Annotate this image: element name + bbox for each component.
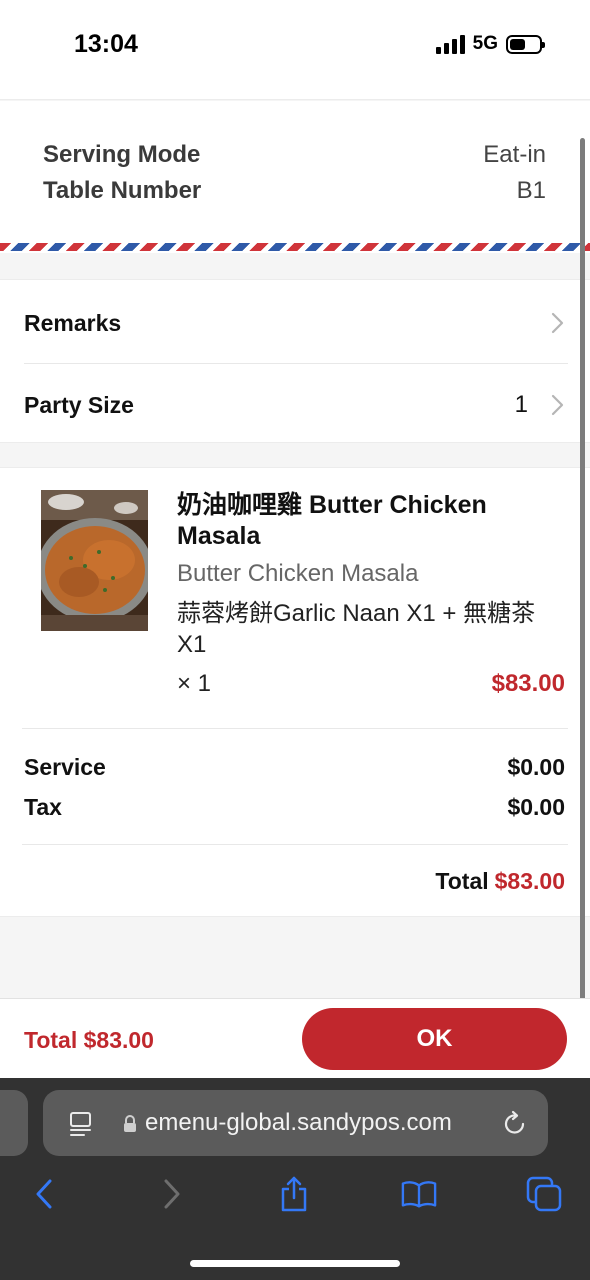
browser-toolbar: emenu-global.sandypos.com xyxy=(0,1078,590,1280)
bookmarks-icon xyxy=(401,1181,437,1208)
back-icon xyxy=(36,1179,52,1209)
serving-mode-value: Eat-in xyxy=(483,141,546,168)
reload-icon[interactable] xyxy=(502,1109,528,1137)
network-type: 5G xyxy=(472,33,498,54)
service-row: Service $0.00 xyxy=(24,754,565,781)
item-price: $83.00 xyxy=(491,670,565,697)
service-label: Service xyxy=(24,754,106,780)
status-time: 13:04 xyxy=(74,30,138,58)
party-size-value: 1 xyxy=(514,391,528,418)
table-number-row: Table Number B1 xyxy=(43,177,546,205)
party-size-row[interactable]: Party Size 1 xyxy=(24,364,568,446)
lock-icon xyxy=(124,1115,136,1132)
food-photo xyxy=(41,490,148,631)
order-total-row: Total $83.00 xyxy=(435,868,565,895)
share-icon xyxy=(281,1176,307,1212)
battery-icon xyxy=(506,34,545,54)
tabs-icon xyxy=(526,1176,562,1212)
remarks-label: Remarks xyxy=(24,309,122,336)
serving-mode-row: Serving Mode Eat-in xyxy=(43,141,546,169)
item-quantity: × 1 xyxy=(177,670,212,697)
status-bar: 13:04 5G xyxy=(0,0,590,100)
chevron-right-icon xyxy=(551,394,564,416)
tax-row: Tax $0.00 xyxy=(24,794,565,821)
remarks-row[interactable]: Remarks xyxy=(24,282,568,364)
item-name: 奶油咖哩雞 Butter Chicken Masala xyxy=(177,491,487,550)
divider xyxy=(22,728,568,729)
table-number-value: B1 xyxy=(516,177,546,204)
forward-icon xyxy=(164,1179,180,1209)
divider xyxy=(22,844,568,845)
address-bar[interactable]: emenu-global.sandypos.com xyxy=(43,1090,548,1156)
serving-mode-label: Serving Mode xyxy=(43,141,201,168)
tax-value: $0.00 xyxy=(507,794,565,820)
item-subtitle: Butter Chicken Masala xyxy=(177,560,419,587)
tabs-button[interactable] xyxy=(526,1176,562,1212)
tax-label: Tax xyxy=(24,794,62,820)
bookmarks-button[interactable] xyxy=(401,1176,437,1212)
airmail-border xyxy=(0,243,590,251)
chevron-right-icon xyxy=(551,312,564,334)
checkout-total: Total $83.00 xyxy=(24,1027,154,1053)
serving-info: Serving Mode Eat-in Table Number B1 xyxy=(0,101,590,253)
order-summary: 奶油咖哩雞 Butter Chicken Masala Butter Chick… xyxy=(0,467,590,917)
home-indicator[interactable] xyxy=(190,1260,400,1267)
scrollbar[interactable] xyxy=(580,138,585,1068)
signal-icon xyxy=(435,34,465,54)
order-total-value: $83.00 xyxy=(494,868,565,894)
share-button[interactable] xyxy=(276,1176,312,1212)
order-options: Remarks Party Size 1 xyxy=(0,279,590,443)
item-modifiers: 蒜蓉烤餅Garlic Naan X1 + 無糖茶 X1 xyxy=(177,600,536,658)
checkout-bar: Total $83.00 OK xyxy=(0,998,590,1078)
order-total-label: Total xyxy=(435,868,489,894)
party-size-label: Party Size xyxy=(24,391,134,418)
forward-button[interactable] xyxy=(154,1176,190,1212)
back-button[interactable] xyxy=(26,1176,62,1212)
page-menu-icon[interactable] xyxy=(68,1111,94,1137)
service-value: $0.00 xyxy=(507,754,565,780)
previous-tab-preview[interactable] xyxy=(0,1090,28,1156)
status-indicators: 5G xyxy=(435,33,545,55)
table-number-label: Table Number xyxy=(43,177,202,204)
url-text[interactable]: emenu-global.sandypos.com xyxy=(145,1109,452,1137)
ok-button[interactable]: OK xyxy=(302,1008,567,1070)
